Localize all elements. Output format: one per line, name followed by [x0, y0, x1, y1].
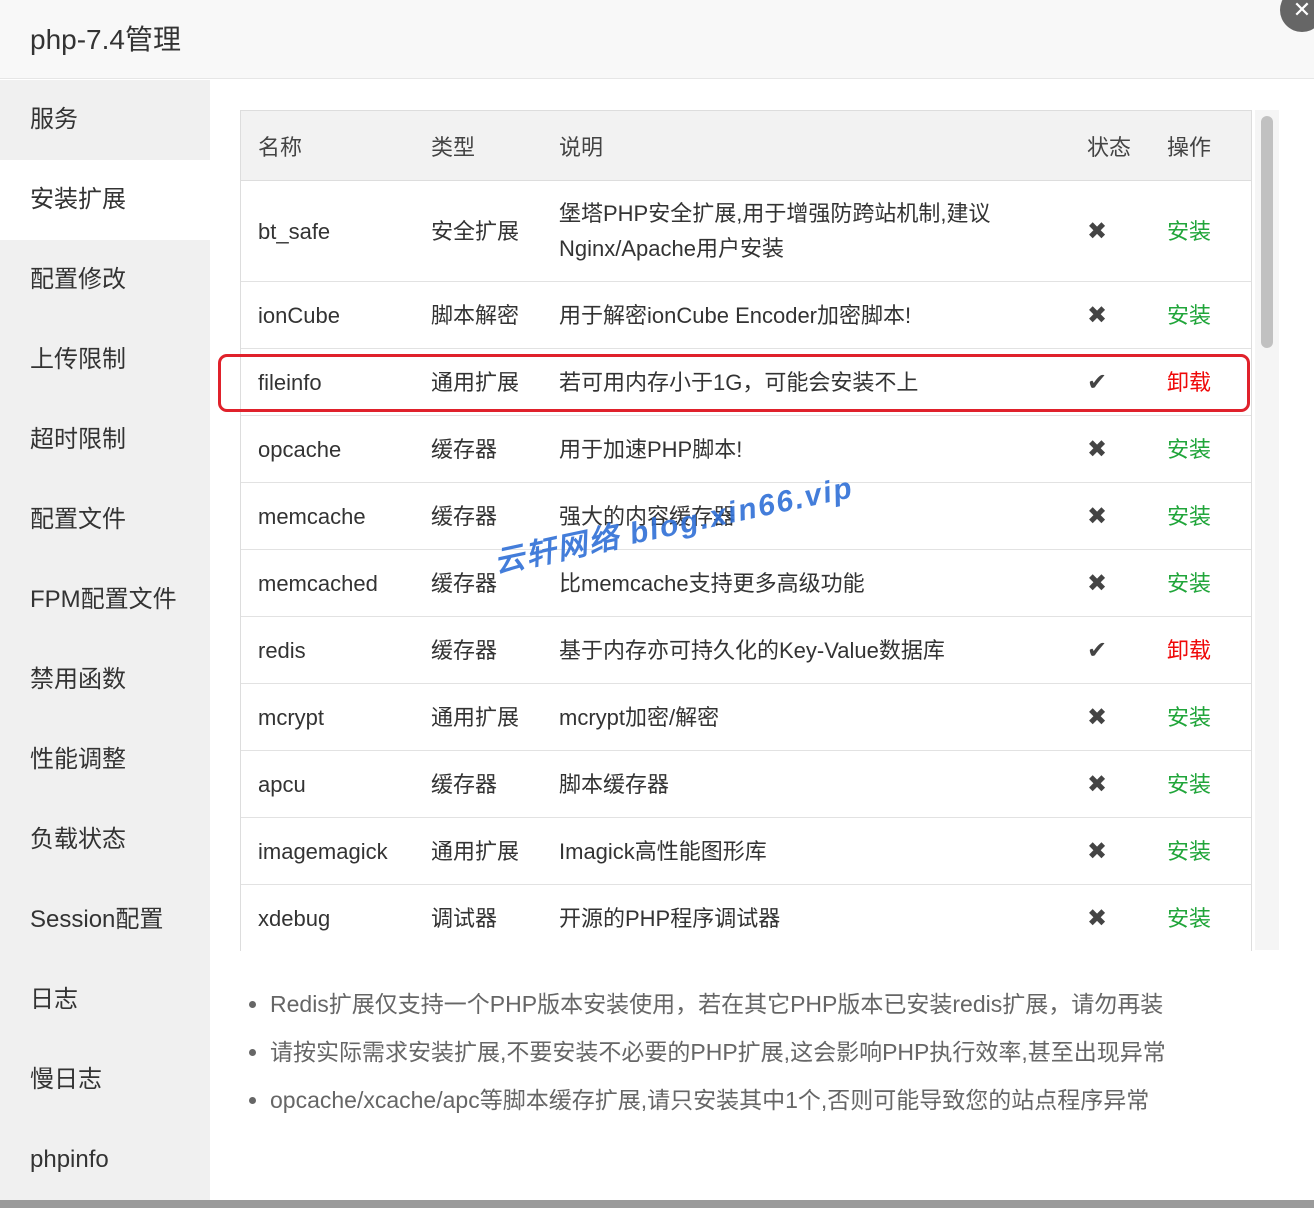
note-item: opcache/xcache/apc等脚本缓存扩展,请只安装其中1个,否则可能导…: [270, 1076, 1310, 1124]
extension-name: apcu: [241, 750, 414, 818]
table-row: imagemagick 通用扩展 Imagick高性能图形库 ✖ 安装: [241, 817, 1251, 885]
extension-name: opcache: [241, 415, 414, 483]
not-installed-icon: ✖: [1087, 703, 1108, 731]
extensions-table: 名称 类型 说明 状态 操作 bt_safe 安全扩展 堡塔PHP安全扩展,用于…: [241, 111, 1251, 951]
extensions-panel: 名称 类型 说明 状态 操作 bt_safe 安全扩展 堡塔PHP安全扩展,用于…: [210, 80, 1314, 1208]
extension-name: xdebug: [241, 884, 414, 951]
dialog-title: php-7.4管理: [30, 24, 181, 55]
sidebar-item-phpinfo[interactable]: phpinfo: [0, 1120, 210, 1200]
close-icon[interactable]: ✕: [1280, 0, 1314, 32]
uninstall-button[interactable]: 卸载: [1167, 370, 1211, 395]
install-button[interactable]: 安装: [1167, 705, 1211, 730]
table-row: redis 缓存器 基于内存亦可持久化的Key-Value数据库 ✔ 卸载: [241, 616, 1251, 684]
extension-description: 脚本缓存器: [542, 750, 1070, 818]
extension-name: bt_safe: [241, 180, 414, 282]
extension-type: 通用扩展: [414, 817, 542, 885]
dialog-titlebar: php-7.4管理 ✕: [0, 0, 1314, 79]
extension-description: Imagick高性能图形库: [542, 817, 1070, 885]
table-header-row: 名称 类型 说明 状态 操作: [241, 111, 1251, 181]
note-item: 请按实际需求安装扩展,不要安装不必要的PHP扩展,这会影响PHP执行效率,甚至出…: [270, 1028, 1310, 1076]
column-header-type: 类型: [414, 111, 542, 181]
table-row: bt_safe 安全扩展 堡塔PHP安全扩展,用于增强防跨站机制,建议Nginx…: [241, 180, 1251, 282]
installed-check-icon: ✔: [1087, 368, 1108, 396]
extension-type: 缓存器: [414, 616, 542, 684]
not-installed-icon: ✖: [1087, 435, 1108, 463]
not-installed-icon: ✖: [1087, 217, 1108, 245]
table-row: xdebug 调试器 开源的PHP程序调试器 ✖ 安装: [241, 884, 1251, 951]
extension-description: 比memcache支持更多高级功能: [542, 549, 1070, 617]
not-installed-icon: ✖: [1087, 904, 1108, 932]
extension-name: memcache: [241, 482, 414, 550]
table-row: apcu 缓存器 脚本缓存器 ✖ 安装: [241, 750, 1251, 818]
column-header-status: 状态: [1070, 111, 1150, 181]
extension-name: memcached: [241, 549, 414, 617]
extension-type: 缓存器: [414, 750, 542, 818]
extension-type: 通用扩展: [414, 683, 542, 751]
extension-type: 缓存器: [414, 415, 542, 483]
not-installed-icon: ✖: [1087, 301, 1108, 329]
php-manager-dialog: php-7.4管理 ✕ 服务 安装扩展 配置修改 上传限制 超时限制 配置文件 …: [0, 0, 1314, 1208]
install-button[interactable]: 安装: [1167, 839, 1211, 864]
install-button[interactable]: 安装: [1167, 303, 1211, 328]
sidebar-item-fpm-config[interactable]: FPM配置文件: [0, 560, 210, 640]
not-installed-icon: ✖: [1087, 502, 1108, 530]
not-installed-icon: ✖: [1087, 770, 1108, 798]
extension-type: 脚本解密: [414, 281, 542, 349]
table-row: opcache 缓存器 用于加速PHP脚本! ✖ 安装: [241, 415, 1251, 483]
sidebar-item-config-file[interactable]: 配置文件: [0, 480, 210, 560]
sidebar-item-session-config[interactable]: Session配置: [0, 880, 210, 960]
install-button[interactable]: 安装: [1167, 437, 1211, 462]
notes-list: Redis扩展仅支持一个PHP版本安装使用，若在其它PHP版本已安装redis扩…: [240, 980, 1310, 1124]
extension-type: 通用扩展: [414, 348, 542, 416]
install-button[interactable]: 安装: [1167, 504, 1211, 529]
column-header-description: 说明: [542, 111, 1070, 181]
extension-type: 安全扩展: [414, 180, 542, 282]
scrollbar-thumb[interactable]: [1261, 116, 1273, 348]
uninstall-button[interactable]: 卸载: [1167, 638, 1211, 663]
sidebar-item-service[interactable]: 服务: [0, 80, 210, 160]
sidebar-item-install-extensions[interactable]: 安装扩展: [0, 160, 210, 240]
extension-description: mcrypt加密/解密: [542, 683, 1070, 751]
installed-check-icon: ✔: [1087, 636, 1108, 664]
sidebar: 服务 安装扩展 配置修改 上传限制 超时限制 配置文件 FPM配置文件 禁用函数…: [0, 80, 210, 1208]
sidebar-item-slow-log[interactable]: 慢日志: [0, 1040, 210, 1120]
not-installed-icon: ✖: [1087, 569, 1108, 597]
table-row: ionCube 脚本解密 用于解密ionCube Encoder加密脚本! ✖ …: [241, 281, 1251, 349]
column-header-name: 名称: [241, 111, 414, 181]
extension-description: 用于解密ionCube Encoder加密脚本!: [542, 281, 1070, 349]
sidebar-item-performance[interactable]: 性能调整: [0, 720, 210, 800]
extension-description: 若可用内存小于1G，可能会安装不上: [542, 348, 1070, 416]
sidebar-item-log[interactable]: 日志: [0, 960, 210, 1040]
install-button[interactable]: 安装: [1167, 571, 1211, 596]
bottom-divider: [0, 1200, 1314, 1208]
extension-name: imagemagick: [241, 817, 414, 885]
extension-type: 调试器: [414, 884, 542, 951]
install-button[interactable]: 安装: [1167, 772, 1211, 797]
column-header-action: 操作: [1150, 111, 1251, 181]
extension-name: fileinfo: [241, 348, 414, 416]
extension-name: redis: [241, 616, 414, 684]
table-scrollbar[interactable]: [1255, 110, 1279, 950]
extension-description: 堡塔PHP安全扩展,用于增强防跨站机制,建议Nginx/Apache用户安装: [542, 180, 1070, 282]
sidebar-item-load-status[interactable]: 负载状态: [0, 800, 210, 880]
table-row: mcrypt 通用扩展 mcrypt加密/解密 ✖ 安装: [241, 683, 1251, 751]
sidebar-item-upload-limit[interactable]: 上传限制: [0, 320, 210, 400]
install-button[interactable]: 安装: [1167, 906, 1211, 931]
sidebar-item-timeout-limit[interactable]: 超时限制: [0, 400, 210, 480]
extension-name: ionCube: [241, 281, 414, 349]
extensions-table-container[interactable]: 名称 类型 说明 状态 操作 bt_safe 安全扩展 堡塔PHP安全扩展,用于…: [240, 110, 1252, 951]
extension-description: 开源的PHP程序调试器: [542, 884, 1070, 951]
table-row: memcached 缓存器 比memcache支持更多高级功能 ✖ 安装: [241, 549, 1251, 617]
sidebar-item-config-edit[interactable]: 配置修改: [0, 240, 210, 320]
sidebar-item-disabled-functions[interactable]: 禁用函数: [0, 640, 210, 720]
extension-description: 基于内存亦可持久化的Key-Value数据库: [542, 616, 1070, 684]
note-item: Redis扩展仅支持一个PHP版本安装使用，若在其它PHP版本已安装redis扩…: [270, 980, 1310, 1028]
not-installed-icon: ✖: [1087, 837, 1108, 865]
table-row: fileinfo 通用扩展 若可用内存小于1G，可能会安装不上 ✔ 卸载: [241, 348, 1251, 416]
extension-name: mcrypt: [241, 683, 414, 751]
install-button[interactable]: 安装: [1167, 219, 1211, 244]
